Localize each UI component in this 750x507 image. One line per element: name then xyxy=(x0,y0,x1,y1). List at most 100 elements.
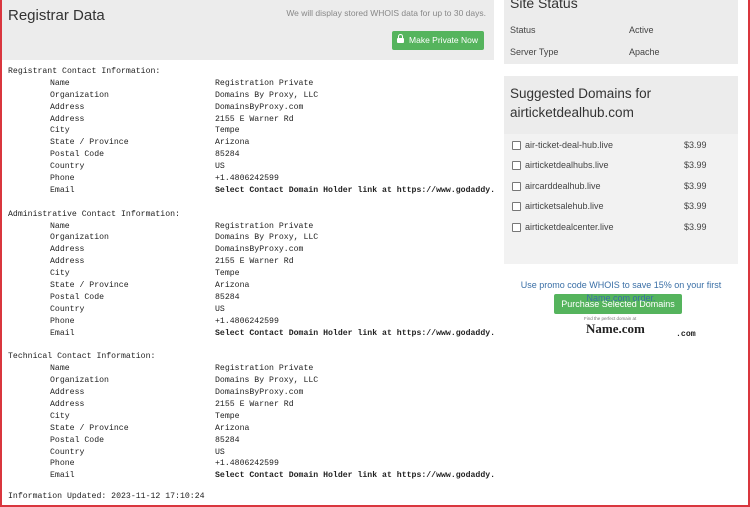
whois-field-value: 85284 xyxy=(215,435,240,445)
domain-name: airticketdealcenter.live xyxy=(525,222,614,232)
whois-row: Address DomainsByProxy.com xyxy=(8,102,303,114)
domain-checkbox[interactable] xyxy=(512,201,521,211)
whois-row: Phone +1.4806242599 xyxy=(8,173,279,185)
whois-field-key: Organization xyxy=(50,376,109,386)
retention-note: We will display stored WHOIS data for up… xyxy=(286,8,486,18)
whois-field-key: Address xyxy=(50,388,85,398)
domain-name: airticketdealhubs.live xyxy=(525,160,609,170)
whois-field-key: Organization xyxy=(50,233,109,243)
namecom-logo[interactable]: Name.com xyxy=(586,321,645,337)
whois-field-value: Arizona xyxy=(215,281,250,291)
whois-field-key: Address xyxy=(50,245,85,255)
whois-field-value: Registration Private xyxy=(215,221,314,231)
status-label: Status xyxy=(510,25,536,35)
domain-checkbox[interactable] xyxy=(512,222,521,232)
promo-link[interactable]: Use promo code WHOIS to save 15% on your… xyxy=(514,279,728,305)
whois-field-key: Email xyxy=(50,185,75,195)
whois-field-value: Registration Private xyxy=(215,364,314,374)
whois-field-value: +1.4806242599 xyxy=(215,174,279,184)
whois-row: Address DomainsByProxy.com xyxy=(8,244,303,256)
whois-field-key: City xyxy=(50,126,70,136)
whois-row: Country US xyxy=(8,447,225,459)
whois-row: Country US xyxy=(8,161,225,173)
whois-row: Address DomainsByProxy.com xyxy=(8,387,303,399)
whois-section-heading: Registrant Contact Information: xyxy=(8,67,161,76)
suggested-domain-item[interactable]: air-ticket-deal-hub.live $3.99 xyxy=(512,138,722,152)
domain-list-body: air-ticket-deal-hub.live $3.99 airticketde… xyxy=(504,134,738,264)
whois-field-key: Country xyxy=(50,162,85,172)
whois-row: Phone +1.4806242599 xyxy=(8,458,279,470)
whois-row: State / Province Arizona xyxy=(8,280,249,292)
whois-field-key: Email xyxy=(50,328,75,338)
whois-row: Email Select Contact Domain Holder link a… xyxy=(8,470,494,482)
whois-field-value: 2155 E Warner Rd xyxy=(215,399,294,409)
suggested-domain-item[interactable]: airticketsalehub.live $3.99 xyxy=(512,199,722,213)
whois-field-key: Phone xyxy=(50,459,75,469)
whois-field-value: Tempe xyxy=(215,269,240,279)
suggested-domains-box: Suggested Domains for airticketdealhub.c… xyxy=(504,76,738,314)
suggested-domain-item[interactable]: airticketdealhubs.live $3.99 xyxy=(512,158,722,172)
status-value: Active xyxy=(629,25,654,35)
domain-checkbox[interactable] xyxy=(512,160,521,170)
whois-field-value: Domains By Proxy, LLC xyxy=(215,233,319,243)
whois-row: Address 2155 E Warner Rd xyxy=(8,399,294,411)
whois-record: Registrant Contact Information: Name Regis… xyxy=(8,66,494,482)
make-private-label: Make Private Now xyxy=(409,35,478,45)
whois-field-value: Arizona xyxy=(215,138,250,148)
whois-field-value: 85284 xyxy=(215,150,240,160)
suggested-domain-item[interactable]: airticketdealcenter.live $3.99 xyxy=(512,220,722,234)
whois-field-key: Name xyxy=(50,221,70,231)
domain-checkbox[interactable] xyxy=(512,140,521,150)
whois-field-key: State / Province xyxy=(50,138,129,148)
whois-field-value: DomainsByProxy.com xyxy=(215,388,304,398)
sidebar: Site Status Status Active Server Type Ap… xyxy=(494,0,748,505)
server-type-value: Apache xyxy=(629,47,660,57)
make-private-button[interactable]: Make Private Now xyxy=(392,31,484,50)
whois-field-key: Name xyxy=(50,78,70,88)
whois-row: Organization Domains By Proxy, LLC xyxy=(8,375,318,387)
whois-field-value: Domains By Proxy, LLC xyxy=(215,376,319,386)
whois-field-value: Tempe xyxy=(215,411,240,421)
whois-field-value: +1.4806242599 xyxy=(215,316,279,326)
whois-field-value: 85284 xyxy=(215,292,240,302)
whois-row: State / Province Arizona xyxy=(8,137,249,149)
whois-field-value: Registration Private xyxy=(215,78,314,88)
suggested-domain-item[interactable]: aircarddealhub.live $3.99 xyxy=(512,179,722,193)
information-updated: Information Updated: 2023-11-12 17:10:24 xyxy=(8,492,205,501)
domain-price: $3.99 xyxy=(684,181,707,191)
whois-row: City Tempe xyxy=(8,268,240,280)
whois-row: Organization Domains By Proxy, LLC xyxy=(8,232,318,244)
server-type-label: Server Type xyxy=(510,47,559,57)
whois-row: Email Select Contact Domain Holder link a… xyxy=(8,328,494,340)
page-title: Registrar Data xyxy=(8,7,105,24)
whois-field-value: US xyxy=(215,162,225,172)
whois-field-key: Address xyxy=(50,114,85,124)
stray-text-fragment: .com xyxy=(676,330,696,339)
whois-row: Address 2155 E Warner Rd xyxy=(8,114,294,126)
whois-field-value: DomainsByProxy.com xyxy=(215,245,304,255)
whois-section-heading: Technical Contact Information: xyxy=(8,352,156,362)
whois-field-value: Tempe xyxy=(215,126,240,136)
suggested-domains-title: Suggested Domains for airticketdealhub.c… xyxy=(510,86,652,120)
whois-field-key: Country xyxy=(50,447,85,457)
whois-field-value: Arizona xyxy=(215,423,250,433)
whois-field-key: City xyxy=(50,411,70,421)
whois-row: Postal Code 85284 xyxy=(8,149,240,161)
whois-field-value: US xyxy=(215,304,225,314)
whois-field-value: Domains By Proxy, LLC xyxy=(215,90,319,100)
whois-field-key: Phone xyxy=(50,316,75,326)
whois-field-value: 2155 E Warner Rd xyxy=(215,114,294,124)
whois-field-key: Name xyxy=(50,364,70,374)
whois-row: Address 2155 E Warner Rd xyxy=(8,256,294,268)
whois-row: Phone +1.4806242599 xyxy=(8,316,279,328)
whois-field-value: DomainsByProxy.com xyxy=(215,102,304,112)
domain-checkbox[interactable] xyxy=(512,181,521,191)
whois-field-key: Address xyxy=(50,257,85,267)
whois-field-key: Organization xyxy=(50,90,109,100)
whois-row: Country US xyxy=(8,304,225,316)
whois-field-value: Select Contact Domain Holder link at htt… xyxy=(215,185,494,195)
site-status-box: Site Status Status Active Server Type Ap… xyxy=(504,0,738,64)
registrar-panel: Registrar Data We will display stored WH… xyxy=(2,0,494,505)
whois-row: Name Registration Private xyxy=(8,221,313,233)
